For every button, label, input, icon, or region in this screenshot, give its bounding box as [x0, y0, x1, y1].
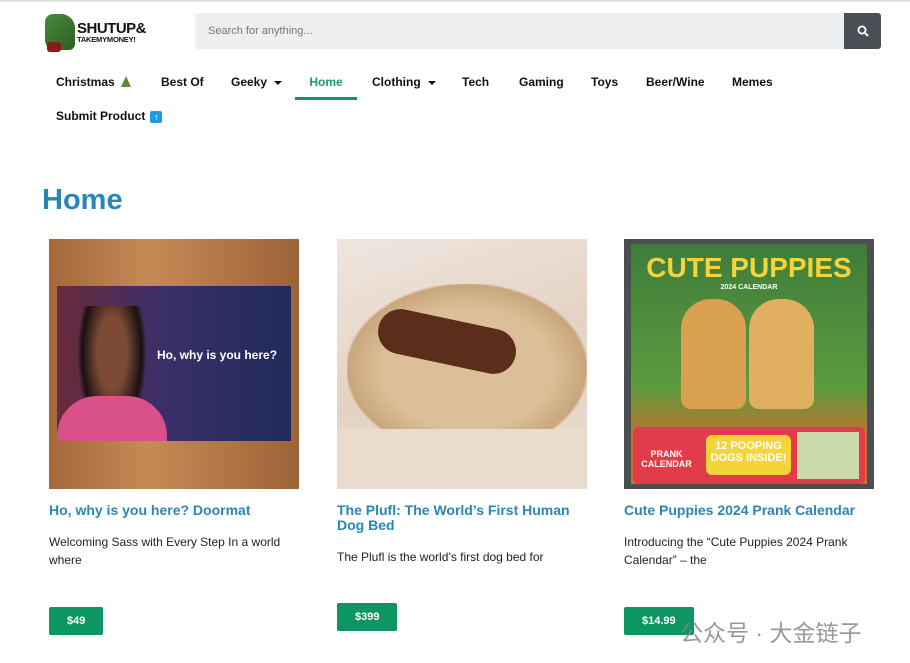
money-hand-icon — [45, 14, 75, 52]
nav-item-geeky[interactable]: Geeky — [217, 66, 296, 100]
chevron-down-icon — [274, 80, 283, 85]
product-card: Ho, why is you here? Ho, why is you here… — [49, 239, 299, 569]
product-description: The Plufl is the world’s first dog bed f… — [337, 550, 544, 564]
product-title[interactable]: The Plufl: The World’s First Human Dog B… — [337, 503, 587, 533]
nav-item-toys[interactable]: Toys — [577, 66, 632, 100]
product-title[interactable]: Cute Puppies 2024 Prank Calendar — [624, 503, 874, 518]
nav-item-home[interactable]: Home — [295, 66, 357, 100]
image-badge: PRANK CALENDAR — [641, 449, 692, 469]
product-description: Welcoming Sass with Every Step In a worl… — [49, 535, 281, 567]
product-image[interactable] — [337, 239, 587, 489]
nav-label: Christmas — [56, 75, 115, 89]
nav-item-memes[interactable]: Memes — [718, 66, 787, 100]
christmas-tree-icon — [120, 76, 131, 87]
image-badge: 12 POOPING DOGS INSIDE! — [706, 435, 791, 475]
chevron-down-icon — [427, 80, 436, 85]
product-card: CUTE PUPPIES 2024 CALENDAR PRANK CALENDA… — [624, 239, 874, 569]
nav-item-christmas[interactable]: Christmas — [42, 66, 145, 100]
image-caption: Ho, why is you here? — [157, 348, 278, 362]
nav-item-tech[interactable]: Tech — [448, 66, 503, 100]
site-logo[interactable]: SHUTUP& TAKEMYMONEY! — [45, 12, 155, 52]
price-button[interactable]: $49 — [49, 607, 104, 635]
nav-item-gaming[interactable]: Gaming — [505, 66, 578, 100]
product-description: Introducing the “Cute Puppies 2024 Prank… — [624, 535, 848, 567]
product-title[interactable]: Ho, why is you here? Doormat — [49, 503, 299, 518]
nav-item-clothing[interactable]: Clothing — [358, 66, 450, 100]
product-card: The Plufl: The World’s First Human Dog B… — [337, 239, 587, 566]
product-image[interactable]: CUTE PUPPIES 2024 CALENDAR PRANK CALENDA… — [624, 239, 874, 489]
search-input[interactable] — [195, 13, 845, 49]
nav-label: Submit Product — [56, 109, 146, 123]
nav-item-beer-wine[interactable]: Beer/Wine — [632, 66, 719, 100]
image-caption: CUTE PUPPIES — [646, 252, 852, 283]
price-button[interactable]: $399 — [337, 603, 398, 631]
logo-text: SHUTUP& — [77, 19, 147, 37]
watermark: 公众号 · 大金链子 — [680, 620, 862, 646]
search-button[interactable] — [844, 13, 881, 49]
doormat-photo: Ho, why is you here? — [57, 286, 291, 441]
nav-item-best-of[interactable]: Best Of — [147, 66, 218, 100]
image-subcaption: 2024 CALENDAR — [720, 284, 778, 291]
nav-item-submit-product[interactable]: Submit Product ↑ — [42, 100, 176, 134]
up-arrow-icon: ↑ — [150, 110, 163, 123]
search-icon — [857, 25, 869, 37]
logo-subtext: TAKEMYMONEY! — [77, 34, 136, 44]
nav-label: Clothing — [372, 75, 421, 89]
nav-label: Geeky — [231, 75, 268, 89]
page-title: Home — [42, 184, 123, 216]
product-image[interactable]: Ho, why is you here? — [49, 239, 299, 489]
